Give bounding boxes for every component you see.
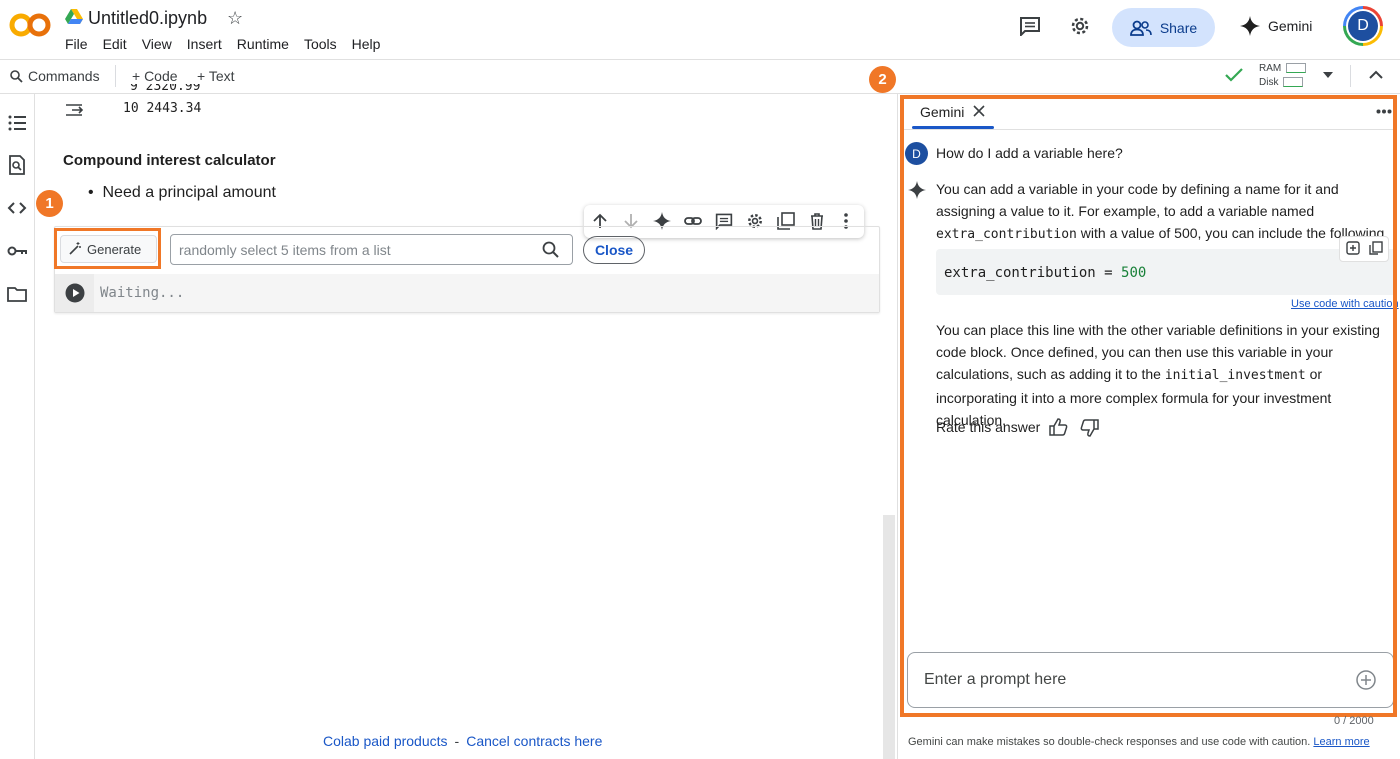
cancel-contracts-link[interactable]: Cancel contracts here: [466, 733, 602, 749]
colab-paid-products-link[interactable]: Colab paid products: [323, 733, 448, 749]
commands-label: Commands: [28, 68, 100, 84]
comments-icon[interactable]: [1019, 16, 1041, 36]
footer-links: Colab paid products - Cancel contracts h…: [323, 733, 602, 749]
annotation-highlight-2: [900, 95, 1397, 717]
search-icon[interactable]: [542, 241, 559, 258]
run-cell-play-icon[interactable]: [65, 283, 85, 303]
footer-separator: -: [454, 733, 460, 749]
annotation-badge-1: 1: [36, 190, 63, 217]
generate-placeholder: randomly select 5 items from a list: [179, 242, 391, 258]
panel-divider[interactable]: [897, 94, 898, 759]
ram-label: RAM: [1259, 63, 1282, 74]
resource-monitor[interactable]: RAM Disk: [1259, 62, 1307, 90]
secrets-key-icon[interactable]: [6, 240, 28, 262]
menu-edit[interactable]: Edit: [103, 36, 127, 52]
add-text-button[interactable]: + Text: [197, 68, 235, 84]
toolbar-divider: [115, 65, 116, 87]
bullet-item: • Need a principal amount: [88, 184, 276, 201]
generate-label: Generate: [87, 241, 142, 257]
table-of-contents-icon[interactable]: [6, 112, 28, 134]
menu-view[interactable]: View: [142, 36, 172, 52]
char-counter: 0 / 2000: [1334, 715, 1374, 727]
toolbar-divider-2: [1350, 65, 1351, 87]
learn-more-link[interactable]: Learn more: [1313, 736, 1369, 748]
notebook-title[interactable]: Untitled0.ipynb: [88, 8, 207, 29]
commands-button[interactable]: Commands: [10, 68, 100, 84]
generate-prompt-input[interactable]: randomly select 5 items from a list: [170, 234, 573, 265]
code-snippets-icon[interactable]: [6, 197, 28, 219]
people-icon: [1129, 20, 1152, 36]
colab-logo[interactable]: [8, 9, 52, 41]
gemini-top-button[interactable]: Gemini: [1240, 16, 1312, 36]
search-icon: [10, 69, 23, 83]
output-toggle-icon[interactable]: [64, 101, 86, 119]
cell-status-text: Waiting...: [100, 285, 185, 301]
disclaimer-text: Gemini can make mistakes so double-check…: [908, 736, 1311, 748]
settings-gear-icon[interactable]: [1069, 15, 1091, 37]
menu-tools[interactable]: Tools: [304, 36, 337, 52]
ram-bar: [1286, 63, 1307, 74]
text-cell-heading: Compound interest calculator: [63, 152, 276, 169]
menu-file[interactable]: File: [65, 36, 88, 52]
menu-help[interactable]: Help: [352, 36, 381, 52]
files-folder-icon[interactable]: [6, 283, 28, 305]
disk-bar: [1283, 77, 1304, 88]
output-line: 10 2443.34: [123, 101, 202, 116]
magic-wand-icon: [68, 242, 82, 256]
menu-runtime[interactable]: Runtime: [237, 36, 289, 52]
generate-button[interactable]: Generate: [60, 235, 157, 263]
disclaimer: Gemini can make mistakes so double-check…: [908, 736, 1370, 748]
connected-check-icon: [1225, 67, 1243, 83]
gemini-sparkle-icon: [1240, 16, 1260, 36]
menu-insert[interactable]: Insert: [187, 36, 222, 52]
runtime-dropdown-caret-icon[interactable]: [1322, 71, 1334, 79]
star-icon[interactable]: ☆: [227, 8, 243, 29]
collapse-chevron-up-icon[interactable]: [1369, 70, 1383, 80]
disk-label: Disk: [1259, 77, 1279, 88]
add-code-button[interactable]: + Code: [132, 68, 178, 84]
find-replace-icon[interactable]: [6, 154, 28, 176]
gemini-top-label: Gemini: [1268, 18, 1313, 34]
drive-icon: [65, 9, 83, 25]
notebook-scrollbar[interactable]: [883, 515, 895, 759]
account-avatar[interactable]: D: [1348, 11, 1378, 41]
share-label: Share: [1159, 19, 1198, 36]
output-line-clipped: 9 2320.99: [130, 84, 201, 94]
close-button[interactable]: Close: [583, 236, 645, 264]
menu-bar: File Edit View Insert Runtime Tools Help: [65, 36, 395, 52]
annotation-badge-2: 2: [869, 66, 896, 93]
bullet-text: Need a principal amount: [102, 184, 276, 201]
left-rail: [0, 94, 35, 759]
share-button[interactable]: Share: [1112, 8, 1215, 47]
